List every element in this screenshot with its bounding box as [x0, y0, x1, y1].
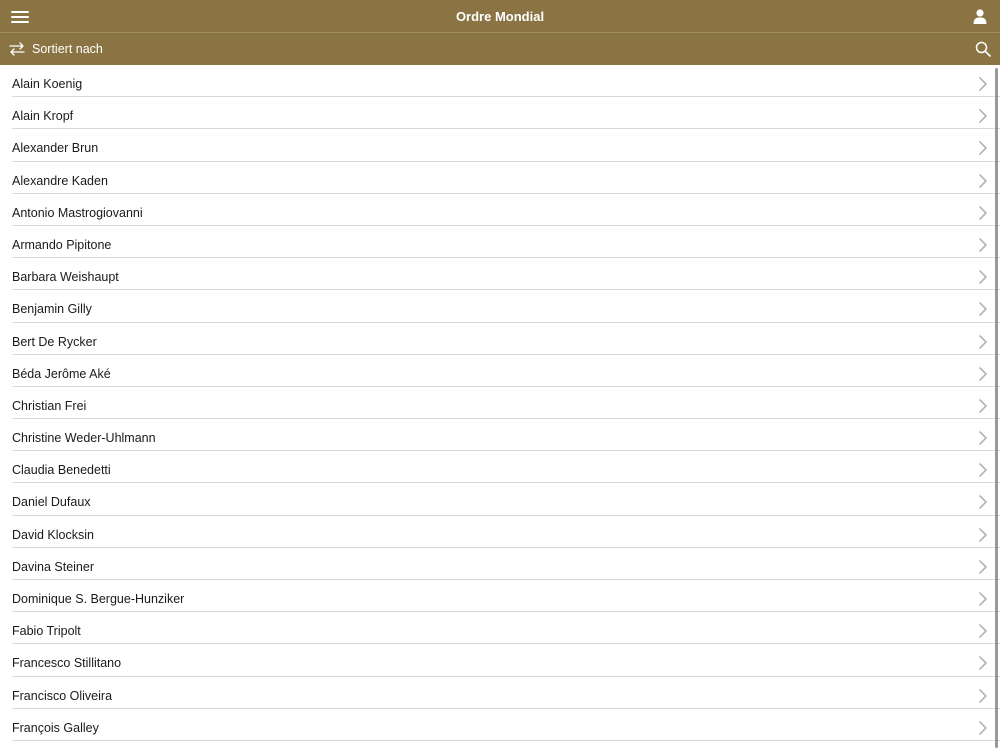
- list-item-label: Armando Pipitone: [12, 237, 112, 252]
- list-item-label: Christian Frei: [12, 398, 87, 413]
- list-item[interactable]: Alexander Brun: [12, 129, 1000, 162]
- chevron-right-icon: [979, 366, 987, 381]
- list-item-label: Fabio Tripolt: [12, 624, 81, 639]
- list-item-label: François Galley: [12, 720, 99, 735]
- chevron-right-icon: [979, 173, 987, 188]
- chevron-right-icon: [979, 77, 987, 91]
- top-navigation-bar: Ordre Mondial: [0, 0, 1000, 32]
- list-item[interactable]: Dominique S. Bergue-Hunziker: [12, 580, 1000, 613]
- page-title: Ordre Mondial: [455, 9, 545, 24]
- sort-label: Sortiert nach: [32, 42, 103, 56]
- chevron-right-icon: [979, 334, 987, 349]
- list-item[interactable]: Antonio Mastrogiovanni: [12, 194, 1000, 226]
- chevron-right-icon: [979, 302, 987, 317]
- list-item[interactable]: Francesco Stillitano: [12, 644, 1000, 677]
- list-item-label: Christine Weder-Uhlmann: [12, 431, 156, 446]
- chevron-right-icon: [979, 592, 987, 606]
- list-item-label: Francisco Oliveira: [12, 688, 113, 703]
- chevron-right-icon: [979, 527, 987, 542]
- list-item[interactable]: Francisco Oliveira: [12, 677, 1000, 709]
- chevron-right-icon: [979, 720, 987, 735]
- list-item[interactable]: Alexandre Kaden: [12, 162, 1000, 194]
- list-item[interactable]: Béda Jerôme Aké: [12, 355, 1000, 387]
- scrollbar[interactable]: [995, 68, 998, 748]
- list-item[interactable]: Bert De Rycker: [12, 323, 1000, 355]
- sort-button[interactable]: Sortiert nach: [8, 33, 103, 65]
- list-item[interactable]: Barbara Weishaupt: [12, 258, 1000, 291]
- chevron-right-icon: [979, 399, 987, 413]
- search-icon[interactable]: [975, 41, 991, 57]
- list-item-label: Daniel Dufaux: [12, 495, 91, 510]
- member-list: Alain Koenig Alain Kropf Alexander Brun Ale…: [0, 65, 1000, 750]
- chevron-right-icon: [979, 431, 987, 445]
- list-item-label: Antonio Mastrogiovanni: [12, 205, 143, 220]
- list-item-label: Davina Steiner: [12, 559, 94, 574]
- sort-toolbar: Sortiert nach: [0, 32, 1000, 65]
- list-item[interactable]: Fabio Tripolt: [12, 612, 1000, 645]
- chevron-right-icon: [979, 688, 987, 703]
- list-item[interactable]: Christine Weder-Uhlmann: [12, 419, 1000, 452]
- list-item[interactable]: Benjamin Gilly: [12, 290, 1000, 323]
- chevron-right-icon: [979, 205, 987, 220]
- list-item-label: Alexandre Kaden: [12, 173, 108, 188]
- chevron-right-icon: [979, 560, 987, 574]
- list-item-label: Alexander Brun: [12, 141, 99, 156]
- list-item[interactable]: David Klocksin: [12, 516, 1000, 548]
- list-item-label: Alain Koenig: [12, 77, 83, 91]
- list-item[interactable]: François Galley: [12, 709, 1000, 741]
- chevron-right-icon: [979, 624, 987, 638]
- chevron-right-icon: [979, 656, 987, 671]
- chevron-right-icon: [979, 270, 987, 284]
- chevron-right-icon: [979, 109, 987, 123]
- list-item-label: David Klocksin: [12, 527, 94, 542]
- list-item-label: Alain Kropf: [12, 109, 74, 124]
- swap-arrows-icon: [9, 42, 25, 56]
- chevron-right-icon: [979, 463, 987, 478]
- chevron-right-icon: [979, 141, 987, 156]
- user-icon[interactable]: [973, 9, 987, 24]
- list-item-label: Barbara Weishaupt: [12, 270, 119, 285]
- list-item-label: Benjamin Gilly: [12, 302, 92, 317]
- chevron-right-icon: [979, 495, 987, 510]
- list-item-label: Claudia Benedetti: [12, 463, 111, 478]
- list-item[interactable]: Christian Frei: [12, 387, 1000, 420]
- list-item[interactable]: Davina Steiner: [12, 548, 1000, 580]
- list-item-label: Dominique S. Bergue-Hunziker: [12, 592, 185, 606]
- list-item-label: Francesco Stillitano: [12, 656, 122, 671]
- list-item[interactable]: Armando Pipitone: [12, 226, 1000, 259]
- list-item[interactable]: Alain Koenig: [12, 65, 1000, 98]
- list-item-label: Béda Jerôme Aké: [12, 366, 111, 381]
- list-item[interactable]: Alain Kropf: [12, 97, 1000, 130]
- list-item-label: Bert De Rycker: [12, 334, 97, 349]
- list-item[interactable]: Claudia Benedetti: [12, 451, 1000, 484]
- list-item[interactable]: Daniel Dufaux: [12, 483, 1000, 516]
- chevron-right-icon: [979, 238, 987, 252]
